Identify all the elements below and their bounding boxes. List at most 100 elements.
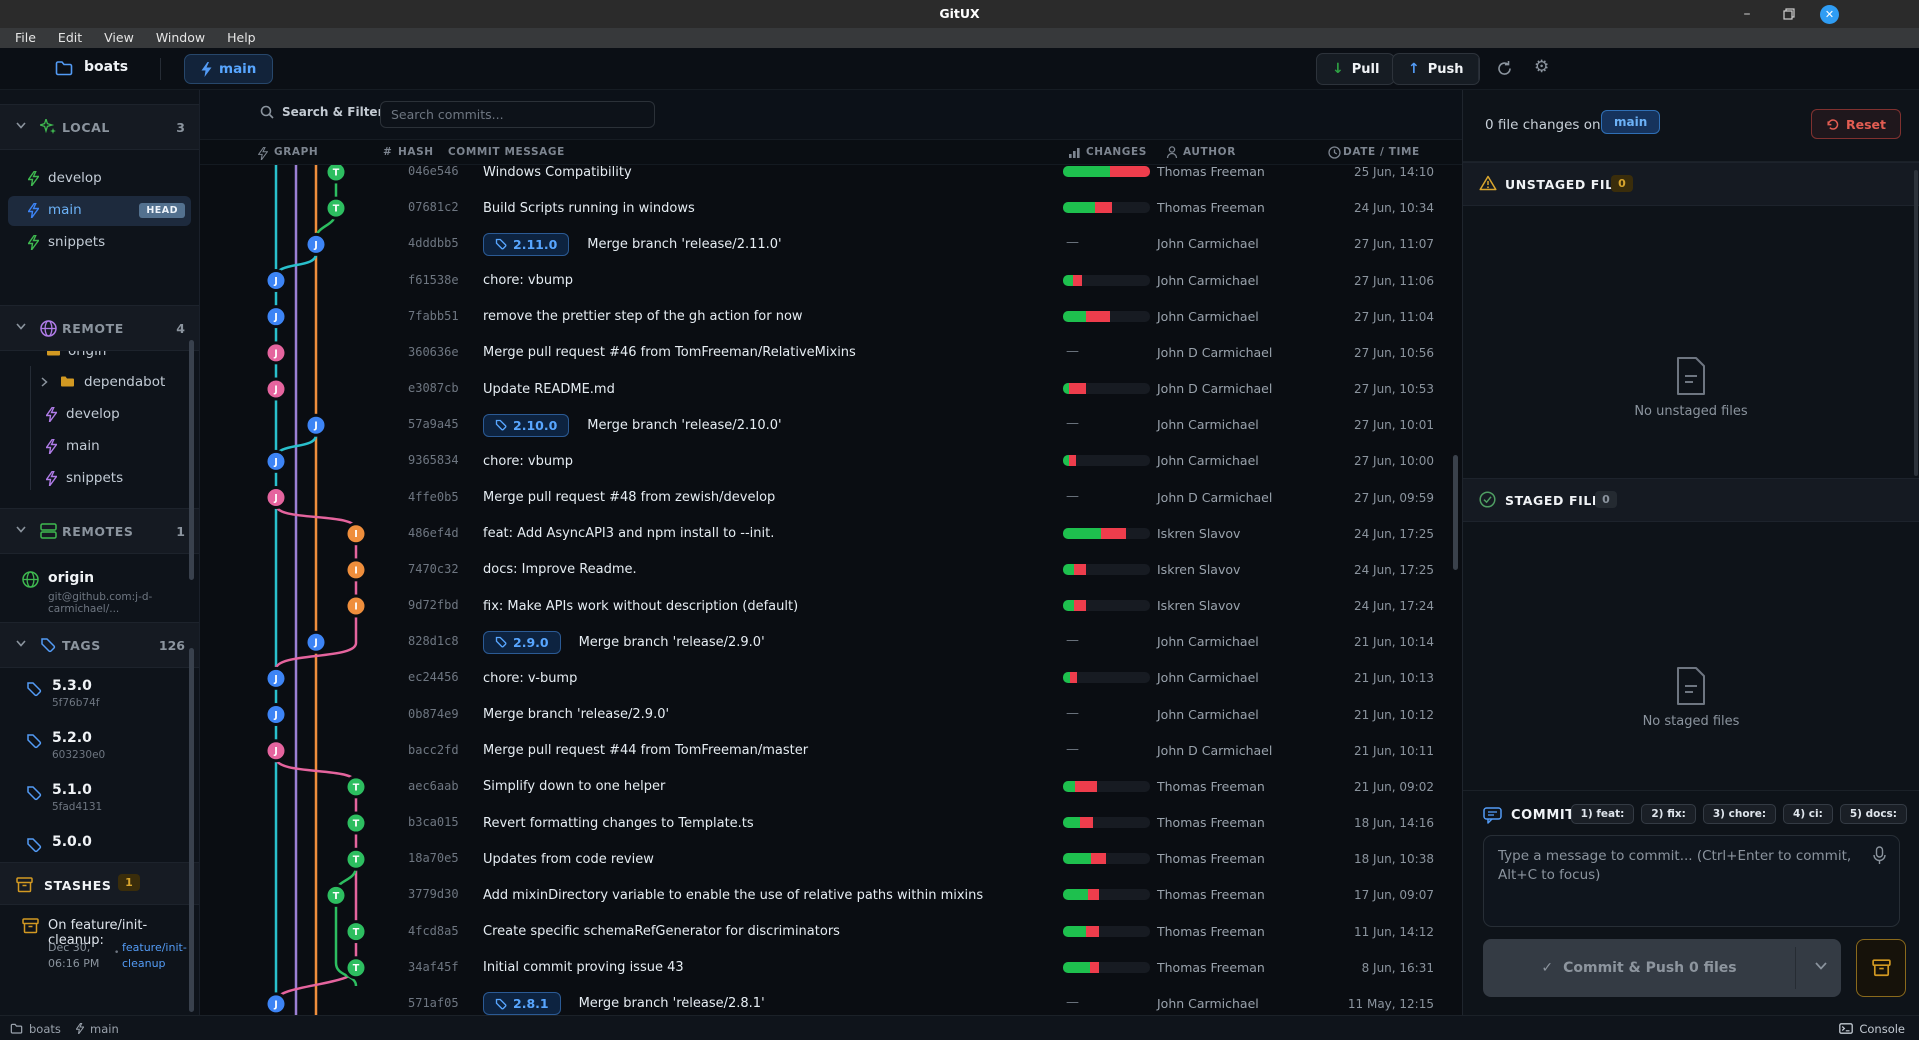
commit-hash: 4ffe0b5 [408, 490, 459, 504]
tag-item[interactable]: 5.1.0 5fad4131 [0, 779, 199, 831]
commit-row[interactable]: 07681c2 Build Scripts running in windows… [200, 190, 1462, 226]
menu-item-view[interactable]: View [93, 28, 145, 48]
section-stashes-header[interactable]: STASHES 1 [0, 862, 199, 905]
tag-item[interactable]: 5.3.0 5f76b74f [0, 675, 199, 727]
console-toggle[interactable]: Console [1839, 1016, 1905, 1040]
version-tag-badge[interactable]: 2.9.0 [483, 631, 561, 654]
sidebar-remote-item[interactable]: develop [0, 399, 199, 431]
close-button[interactable]: ✕ [1820, 5, 1839, 24]
commit-row[interactable]: aec6aab Simplify down to one helper Thom… [200, 769, 1462, 805]
sidebar-branch-item[interactable]: snippets [0, 227, 199, 259]
commit-message: Build Scripts running in windows [483, 201, 695, 216]
commit-row[interactable]: 9d72fbd fix: Make APIs work without desc… [200, 588, 1462, 624]
commit-author: Thomas Freeman [1157, 815, 1265, 830]
sidebar-branch-item[interactable]: main HEAD [0, 195, 199, 227]
commit-prefix-chip[interactable]: 3) chore: [1703, 804, 1776, 824]
sidebar-remote-item[interactable]: snippets [0, 463, 199, 495]
tag-item[interactable]: 5.2.0 603230e0 [0, 727, 199, 779]
commit-prefix-chip[interactable]: 1) feat: [1571, 804, 1635, 824]
section-tags-header[interactable]: TAGS 126 [0, 622, 199, 668]
section-remotes-header[interactable]: REMOTES 1 [0, 508, 199, 554]
version-tag-badge[interactable]: 2.8.1 [483, 992, 561, 1015]
version-tag-badge[interactable]: 2.11.0 [483, 233, 569, 256]
commit-and-push-button[interactable]: ✓ Commit & Push 0 files [1483, 939, 1841, 997]
commit-row[interactable]: 360636e Merge pull request #46 from TomF… [200, 335, 1462, 371]
section-remote-header[interactable]: REMOTE 4 [0, 305, 199, 351]
current-branch-button[interactable]: main [184, 54, 273, 84]
menu-item-file[interactable]: File [4, 28, 47, 48]
menu-item-help[interactable]: Help [216, 28, 267, 48]
no-changes-dash: — [1066, 235, 1079, 250]
commit-row[interactable]: 046e546 Windows Compatibility Thomas Fre… [200, 165, 1462, 190]
panel-scrollbar[interactable] [1914, 170, 1918, 476]
commit-row[interactable]: 486ef4d feat: Add AsyncAPI3 and npm inst… [200, 516, 1462, 552]
maximize-button[interactable] [1780, 5, 1798, 23]
settings-gear-icon[interactable]: ⚙ [1534, 57, 1549, 77]
microphone-icon[interactable] [1872, 846, 1887, 866]
statusbar-branch-label: main [90, 1022, 119, 1036]
commit-row[interactable]: 4ffe0b5 Merge pull request #48 from zewi… [200, 480, 1462, 516]
commit-hash: 486ef4d [408, 526, 459, 540]
pull-button[interactable]: ↓ Pull [1316, 53, 1395, 85]
commit-row[interactable]: b3ca015 Revert formatting changes to Tem… [200, 805, 1462, 841]
commit-row[interactable]: 7fabb51 remove the prettier step of the … [200, 299, 1462, 335]
commit-row[interactable]: bacc2fd Merge pull request #44 from TomF… [200, 733, 1462, 769]
button-divider [1795, 947, 1796, 989]
commit-list-viewport[interactable]: TTJJJJJJJJIIIJJJJTTTTTTJ 046e546 Windows… [200, 165, 1462, 1015]
chevron-down-icon[interactable] [1815, 962, 1827, 970]
unstaged-files-header[interactable]: UNSTAGED FILES 0 [1463, 162, 1919, 206]
commit-prefix-chip[interactable]: 4) ci: [1783, 804, 1833, 824]
unstaged-empty-state: No unstaged files [1463, 356, 1919, 419]
commit-row[interactable]: e3087cb Update README.md John D Carmicha… [200, 371, 1462, 407]
menu-item-window[interactable]: Window [145, 28, 216, 48]
column-message: COMMIT MESSAGE [448, 146, 565, 158]
statusbar-repo[interactable]: boats [10, 1016, 61, 1040]
menu-item-edit[interactable]: Edit [47, 28, 93, 48]
sidebar-scrollbar-main[interactable] [189, 648, 194, 1012]
commit-list-scrollbar[interactable] [1453, 455, 1458, 570]
commit-row[interactable]: ec24456 chore: v-bump John Carmichael 21… [200, 660, 1462, 696]
refresh-icon[interactable] [1496, 60, 1513, 77]
commit-row[interactable]: 18a70e5 Updates from code review Thomas … [200, 841, 1462, 877]
commit-row[interactable]: 34af45f Initial commit proving issue 43 … [200, 950, 1462, 986]
commit-row[interactable]: 4dddbb5 2.11.0 Merge branch 'release/2.1… [200, 226, 1462, 262]
sidebar-remote-item[interactable]: main [0, 431, 199, 463]
branch-bolt-icon [46, 471, 57, 486]
sidebar-scrollbar-remote[interactable] [189, 340, 194, 580]
commit-row[interactable]: 9365834 chore: vbump John Carmichael 27 … [200, 443, 1462, 479]
remotes-origin-item[interactable]: origin git@github.com:j-d-carmichael/... [0, 570, 199, 614]
tag-icon [26, 837, 42, 853]
commit-message: Simplify down to one helper [483, 779, 665, 794]
stash-branch-link[interactable]: feature/init-cleanup [122, 940, 194, 972]
commit-row[interactable]: 4fcd8a5 Create specific schemaRefGenerat… [200, 914, 1462, 950]
commit-message-input[interactable] [1484, 836, 1899, 926]
reset-button[interactable]: Reset [1811, 109, 1901, 139]
remote-item-name: main [66, 438, 100, 454]
commit-row[interactable]: 0b874e9 Merge branch 'release/2.9.0' — J… [200, 697, 1462, 733]
commit-author: Thomas Freeman [1157, 779, 1265, 794]
commit-row[interactable]: 7470c32 docs: Improve Readme. Iskren Sla… [200, 552, 1462, 588]
commit-prefix-chip[interactable]: 5) docs: [1840, 804, 1907, 824]
sidebar-remote-item[interactable]: dependabot [0, 367, 199, 399]
commit-row[interactable]: 828d1c8 2.9.0 Merge branch 'release/2.9.… [200, 624, 1462, 660]
push-button[interactable]: ↑ Push [1392, 53, 1480, 85]
staged-files-header[interactable]: STAGED FILES 0 [1463, 478, 1919, 522]
commit-date: 21 Jun, 10:13 [1354, 671, 1434, 685]
section-local-header[interactable]: LOCAL 3 [0, 104, 199, 150]
stash-item[interactable]: On feature/init-cleanup: Dec 30, 06:16 P… [0, 918, 199, 998]
sidebar-branch-item[interactable]: develop [0, 163, 199, 195]
stash-button[interactable] [1856, 939, 1906, 997]
restore-icon [1783, 8, 1795, 20]
commit-row[interactable]: 57a9a45 2.10.0 Merge branch 'release/2.1… [200, 407, 1462, 443]
repo-name[interactable]: boats [84, 59, 128, 75]
commit-prefix-chip[interactable]: 2) fix: [1641, 804, 1696, 824]
commit-row[interactable]: f61538e chore: vbump John Carmichael 27 … [200, 263, 1462, 299]
minimize-button[interactable]: – [1738, 5, 1756, 23]
commit-row[interactable]: 3779d30 Add mixinDirectory variable to e… [200, 877, 1462, 913]
panel-branch-chip[interactable]: main [1601, 110, 1660, 134]
version-tag-badge[interactable]: 2.10.0 [483, 414, 569, 437]
commit-row[interactable]: 571af05 2.8.1 Merge branch 'release/2.8.… [200, 986, 1462, 1015]
search-commits-input[interactable] [380, 101, 655, 128]
commit-author: Iskren Slavov [1157, 598, 1240, 613]
statusbar-branch[interactable]: main [76, 1016, 119, 1040]
